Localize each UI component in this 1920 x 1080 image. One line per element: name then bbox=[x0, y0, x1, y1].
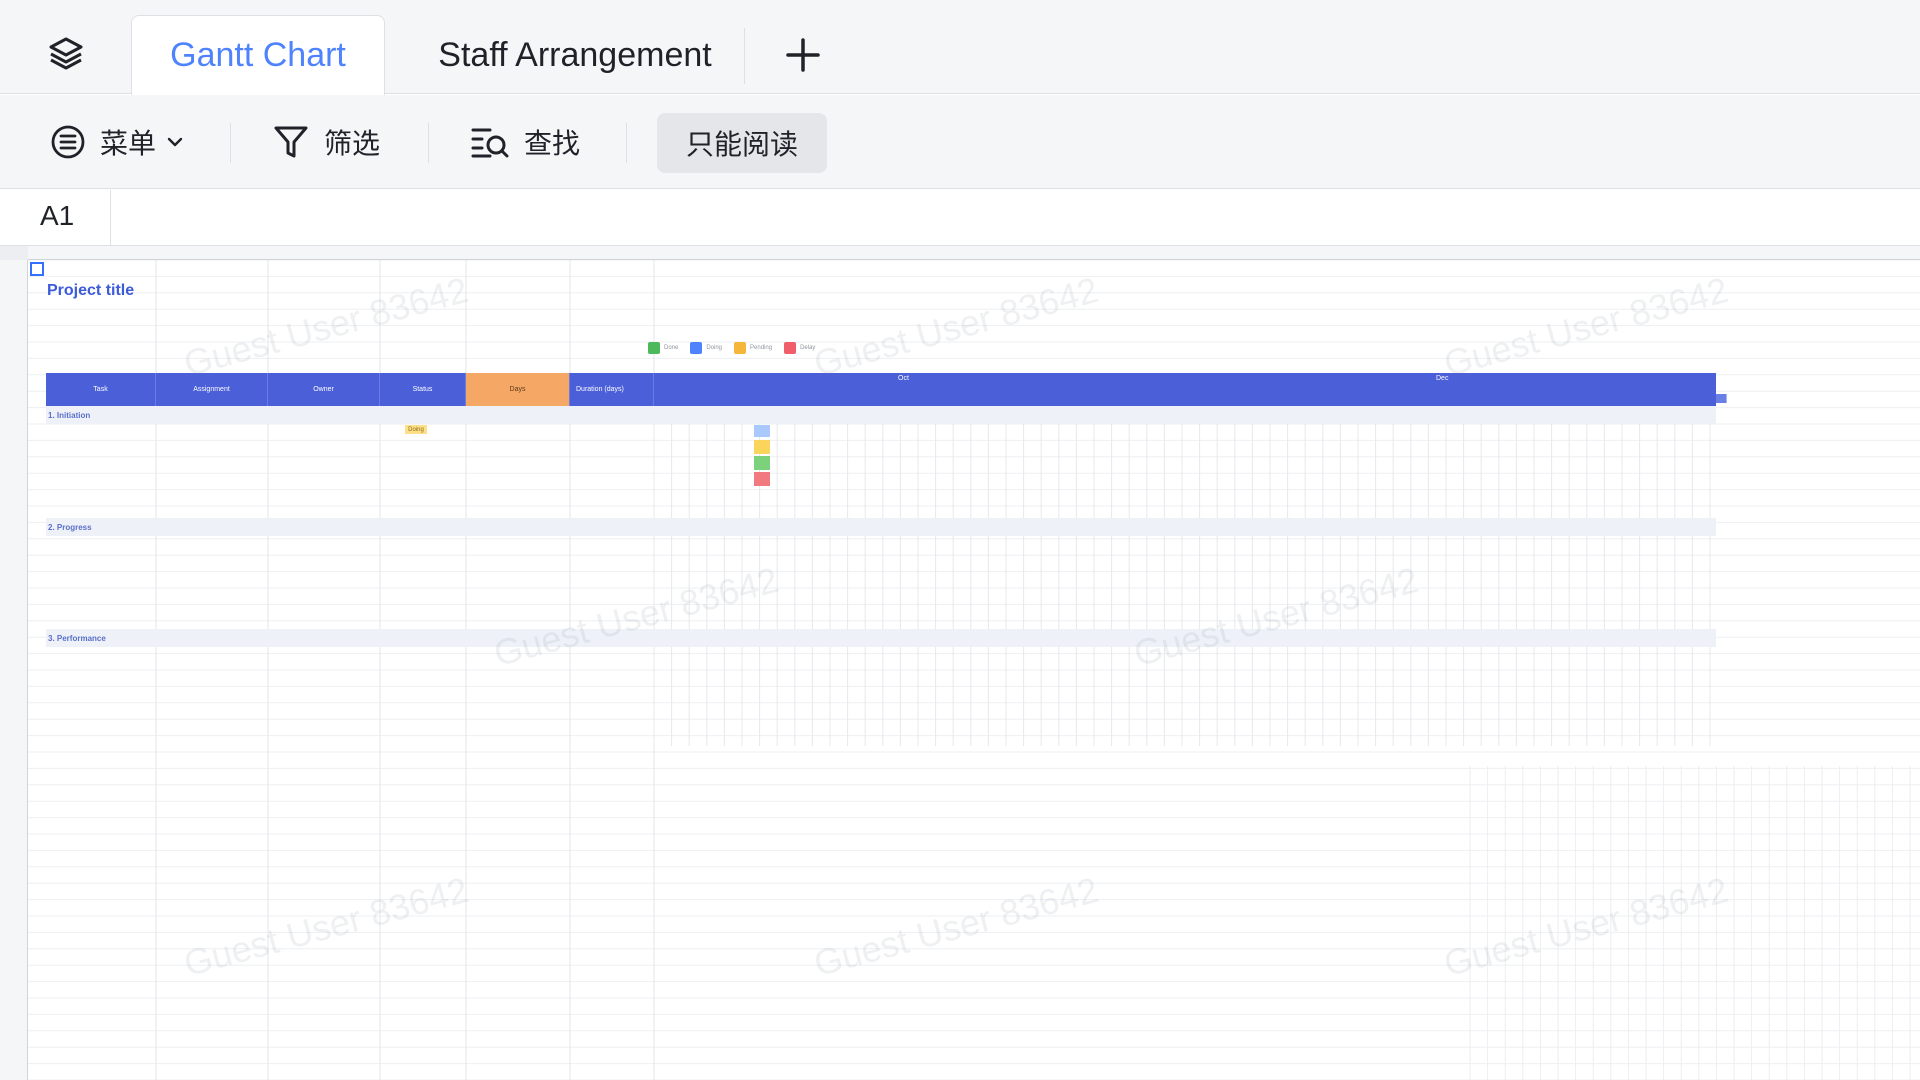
legend-item: Pending bbox=[734, 342, 772, 354]
column-header bbox=[0, 246, 1920, 260]
legend-doing-swatch bbox=[690, 342, 703, 354]
project-title: Project title bbox=[47, 282, 135, 299]
select-all-corner[interactable] bbox=[0, 246, 28, 260]
toolbar: 菜单 筛选 查找 只能阅读 bbox=[0, 95, 1920, 189]
formula-bar: A1 bbox=[0, 190, 1920, 246]
legend-label: Delay bbox=[800, 345, 816, 351]
gantt-table-header: Task Assignment Owner Status Days Durati… bbox=[46, 373, 1716, 406]
legend-item: Done bbox=[648, 342, 678, 354]
cell-grid bbox=[28, 259, 1920, 1080]
layers-icon[interactable] bbox=[44, 31, 88, 75]
header-duration: Duration (days) bbox=[570, 373, 654, 406]
tab-divider bbox=[744, 28, 745, 84]
gantt-bar-blue bbox=[754, 425, 770, 437]
status-legend: Done Doing Pending Delay bbox=[648, 342, 815, 354]
toolbar-separator bbox=[626, 123, 627, 163]
tab-gantt-chart[interactable]: Gantt Chart bbox=[131, 15, 385, 95]
spreadsheet-app: Gantt Chart Staff Arrangement 菜单 筛选 查找 只… bbox=[0, 0, 1920, 1080]
header-assignment: Assignment bbox=[156, 373, 268, 406]
legend-delay-swatch bbox=[784, 342, 797, 354]
gantt-bar-yellow bbox=[754, 440, 770, 454]
menu-label: 菜单 bbox=[100, 128, 157, 159]
section-row: 1. Initiation bbox=[46, 406, 1716, 424]
header-status: Status bbox=[380, 373, 466, 406]
gantt-bar-green bbox=[754, 456, 770, 470]
toolbar-separator bbox=[428, 123, 429, 163]
legend-item: Doing bbox=[690, 342, 722, 354]
sheet-area[interactable]: Project title Done Doing Pending Delay T… bbox=[0, 246, 1920, 1080]
find-label: 查找 bbox=[524, 128, 581, 159]
filter-label: 筛选 bbox=[324, 128, 381, 159]
legend-item: Delay bbox=[784, 342, 815, 354]
legend-pending-swatch bbox=[734, 342, 747, 354]
chevron-down-icon bbox=[166, 133, 184, 151]
menu-button[interactable]: 菜单 bbox=[50, 113, 184, 171]
formula-separator bbox=[110, 190, 111, 246]
add-tab-icon[interactable] bbox=[780, 32, 826, 78]
tab-bar: Gantt Chart Staff Arrangement bbox=[0, 0, 1920, 95]
gantt-bar-red bbox=[754, 472, 770, 486]
selected-cell[interactable] bbox=[30, 262, 44, 276]
section-row: 2. Progress bbox=[46, 518, 1716, 536]
header-task: Task bbox=[46, 373, 156, 406]
find-icon bbox=[470, 123, 510, 161]
menu-icon bbox=[50, 124, 86, 160]
month-label: Dec bbox=[1436, 375, 1449, 382]
toolbar-separator bbox=[230, 123, 231, 163]
tab-staff-arrangement[interactable]: Staff Arrangement bbox=[405, 15, 745, 95]
find-button[interactable]: 查找 bbox=[470, 113, 580, 171]
header-days: Days bbox=[466, 373, 570, 406]
filter-icon bbox=[272, 123, 310, 161]
month-label: Oct bbox=[898, 375, 909, 382]
legend-label: Done bbox=[664, 345, 679, 351]
status-chip: Doing bbox=[405, 425, 427, 434]
filter-button[interactable]: 筛选 bbox=[272, 113, 380, 171]
header-owner: Owner bbox=[268, 373, 380, 406]
legend-label: Pending bbox=[750, 345, 773, 351]
legend-done-swatch bbox=[648, 342, 660, 354]
section-row: 3. Performance bbox=[46, 629, 1716, 647]
cell-reference[interactable]: A1 bbox=[40, 200, 74, 232]
row-header bbox=[0, 260, 28, 1080]
legend-label: Doing bbox=[706, 345, 723, 351]
read-only-badge: 只能阅读 bbox=[657, 113, 827, 173]
